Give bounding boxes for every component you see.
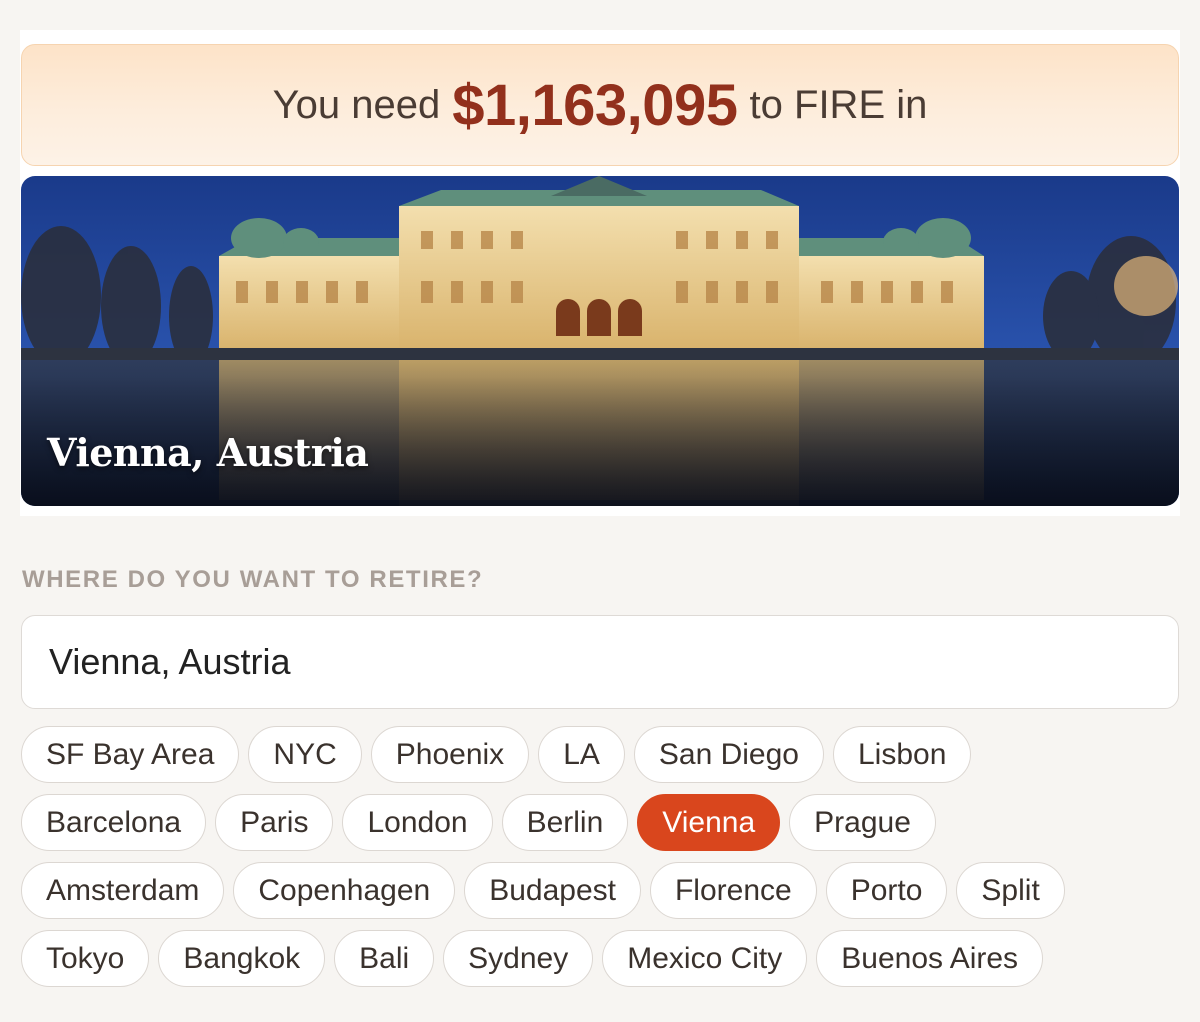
city-chip-london[interactable]: London [342,794,493,851]
city-chip-row: Barcelona Paris London Berlin Vienna Prague [21,794,1181,851]
fire-amount: $1,163,095 [452,72,738,138]
retire-location-label: WHERE DO YOU WANT TO RETIRE? [22,566,484,593]
city-chip-nyc[interactable]: NYC [248,726,362,783]
city-chip-buenos-aires[interactable]: Buenos Aires [816,930,1044,987]
hero-city-caption: Vienna, Austria [47,430,369,475]
fire-banner: You need $1,163,095 to FIRE in [21,44,1179,166]
city-chip-barcelona[interactable]: Barcelona [21,794,207,851]
retire-location-input[interactable] [21,615,1179,709]
banner-prefix: You need [272,82,441,127]
city-chip-san-diego[interactable]: San Diego [633,726,824,783]
city-chip-porto[interactable]: Porto [825,862,948,919]
city-chip-bangkok[interactable]: Bangkok [158,930,326,987]
city-chip-group: SF Bay Area NYC Phoenix LA San Diego Lisbon Ba… [21,726,1181,998]
city-chip-vienna[interactable]: Vienna [637,794,781,851]
city-chip-mexico-city[interactable]: Mexico City [602,930,808,987]
banner-suffix: to FIRE in [749,82,928,127]
city-hero-image: Vienna, Austria [21,176,1179,506]
city-chip-phoenix[interactable]: Phoenix [370,726,530,783]
city-chip-paris[interactable]: Paris [215,794,334,851]
city-chip-berlin[interactable]: Berlin [501,794,629,851]
city-chip-split[interactable]: Split [956,862,1065,919]
city-chip-budapest[interactable]: Budapest [464,862,641,919]
city-chip-prague[interactable]: Prague [789,794,936,851]
city-chip-florence[interactable]: Florence [649,862,817,919]
city-chip-copenhagen[interactable]: Copenhagen [233,862,456,919]
city-chip-bali[interactable]: Bali [334,930,435,987]
city-chip-lisbon[interactable]: Lisbon [833,726,972,783]
city-chip-amsterdam[interactable]: Amsterdam [21,862,225,919]
city-chip-la[interactable]: LA [538,726,625,783]
city-chip-sf-bay-area[interactable]: SF Bay Area [21,726,240,783]
city-chip-row: SF Bay Area NYC Phoenix LA San Diego Lisbon [21,726,1181,783]
city-chip-sydney[interactable]: Sydney [443,930,594,987]
city-chip-row: Tokyo Bangkok Bali Sydney Mexico City Buenos … [21,930,1181,987]
city-chip-row: Amsterdam Copenhagen Budapest Florence Porto… [21,862,1181,919]
city-chip-tokyo[interactable]: Tokyo [21,930,150,987]
